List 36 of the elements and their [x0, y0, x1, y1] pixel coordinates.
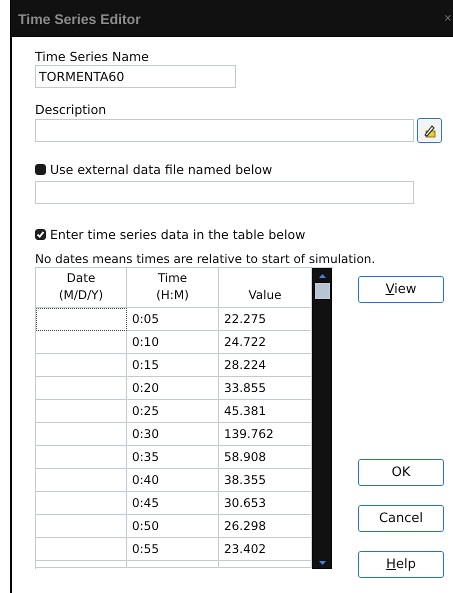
column-header: Date (M/D/Y): [36, 268, 127, 308]
table-cell[interactable]: 0:35: [127, 446, 219, 469]
table-cell[interactable]: 0:05: [127, 308, 219, 331]
file-name-input-field[interactable]: [35, 181, 414, 204]
checkbox[interactable]: [35, 164, 46, 174]
scroll-up-icon[interactable]: [318, 274, 326, 278]
table-cell[interactable]: 0:25: [127, 400, 219, 423]
table-cell[interactable]: [36, 308, 127, 331]
window-title: Time Series Editor: [18, 10, 141, 26]
table-cell[interactable]: 0:45: [127, 492, 219, 515]
checkbox-label: Use external data file named below: [50, 162, 272, 176]
dialog-button[interactable]: OK: [358, 459, 444, 486]
field-label: Time Series Name: [35, 49, 150, 65]
edit-button[interactable]: [417, 118, 442, 143]
dialog-button[interactable]: Help: [358, 551, 444, 578]
dialog-button[interactable]: Cancel: [358, 505, 444, 532]
table-cell[interactable]: 0:40: [127, 469, 219, 492]
checkbox[interactable]: [35, 228, 46, 240]
table-cell[interactable]: 0:10: [127, 331, 219, 354]
name-input-field[interactable]: TORMENTA60: [35, 65, 236, 88]
scrollbar[interactable]: [312, 268, 332, 569]
table-cell[interactable]: 0:30: [127, 423, 219, 446]
description-input-field[interactable]: [35, 119, 414, 142]
scroll-thumb[interactable]: [314, 283, 330, 299]
note-text: No dates means times are relative to start of simulation.: [35, 252, 376, 267]
table-cell[interactable]: 0:20: [127, 377, 219, 400]
table-cell[interactable]: 0:50: [127, 515, 219, 538]
dialog-button[interactable]: View: [358, 276, 444, 303]
scroll-down-icon[interactable]: [318, 561, 326, 565]
checkbox-label: Enter time series data in the table below: [50, 226, 306, 242]
field-label: Description: [35, 102, 108, 118]
column-header: Time (H:M): [127, 268, 219, 308]
close-button[interactable]: ×: [444, 12, 452, 24]
pencil-paper-icon: [422, 124, 436, 138]
table-cell[interactable]: 0:15: [127, 354, 219, 377]
table-cell[interactable]: 0:55: [127, 538, 219, 561]
